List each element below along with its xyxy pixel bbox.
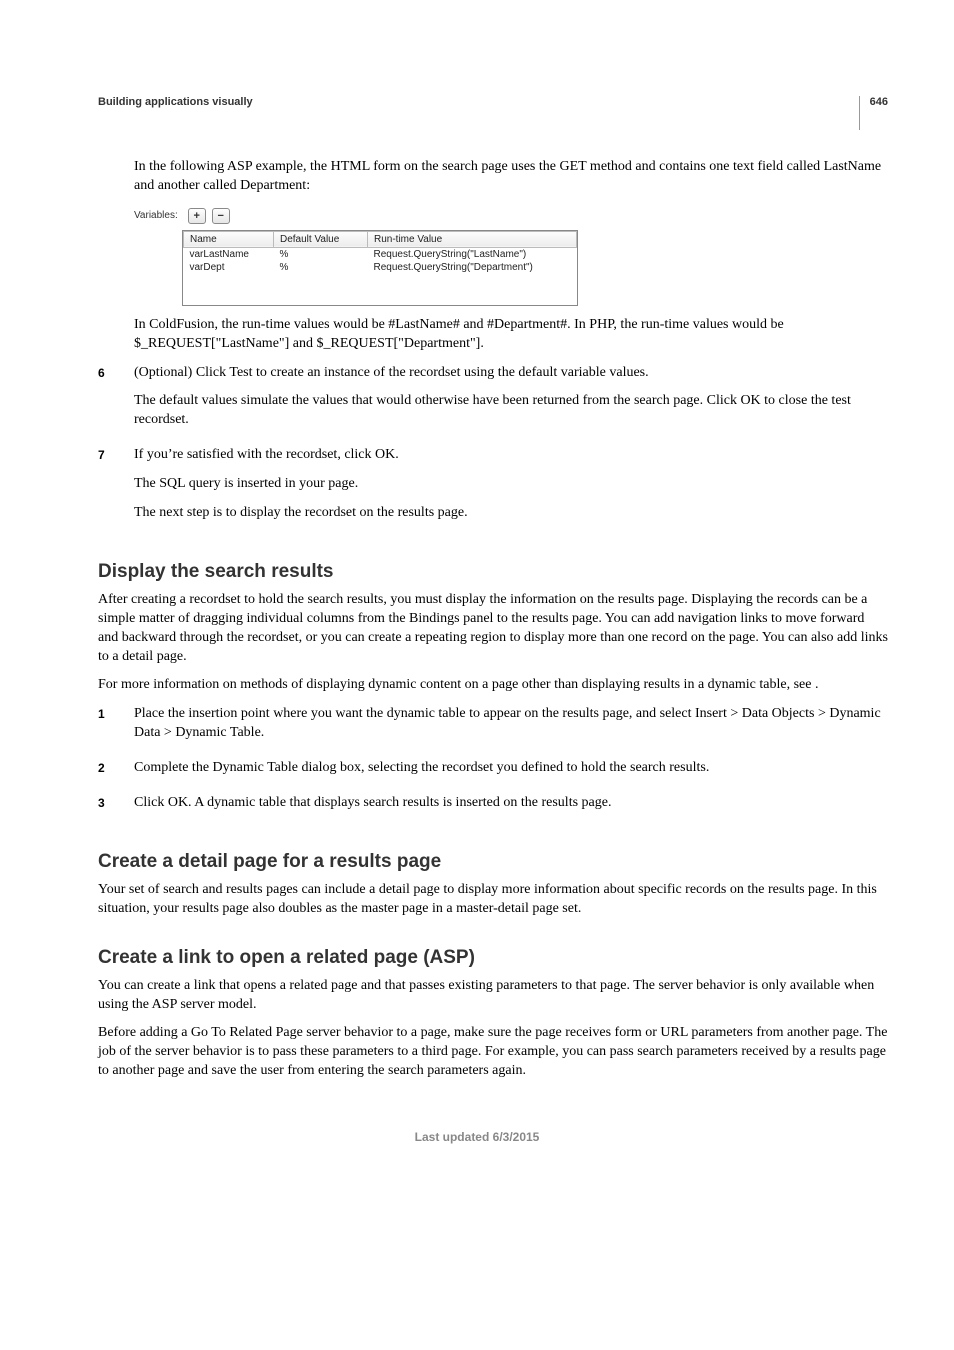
variables-label: Variables: — [134, 210, 182, 221]
intro-paragraph-1: In the following ASP example, the HTML f… — [134, 158, 888, 196]
step-text: (Optional) Click Test to create an insta… — [134, 364, 888, 383]
variables-table-wrap: Name Default Value Run-time Value varLas… — [182, 230, 578, 306]
detail-page-p1: Your set of search and results pages can… — [98, 881, 888, 919]
cell-default: % — [274, 261, 368, 274]
step-number: 2 — [98, 759, 134, 788]
cell-default: % — [274, 247, 368, 261]
step-text: Place the insertion point where you want… — [134, 705, 888, 743]
step-number: 7 — [98, 446, 134, 533]
heading-detail-page: Create a detail page for a results page — [98, 851, 888, 873]
step-number: 3 — [98, 794, 134, 823]
related-link-p1: You can create a link that opens a relat… — [98, 977, 888, 1015]
heading-related-link: Create a link to open a related page (AS… — [98, 947, 888, 969]
step-text: The next step is to display the recordse… — [134, 504, 888, 523]
table-row[interactable]: varLastName % Request.QueryString("LastN… — [184, 247, 577, 261]
cell-name: varLastName — [184, 247, 274, 261]
related-link-p2: Before adding a Go To Related Page serve… — [98, 1024, 888, 1081]
cell-runtime: Request.QueryString("Department") — [368, 261, 577, 274]
display-results-p2: For more information on methods of displ… — [98, 676, 888, 695]
step-number: 1 — [98, 705, 134, 753]
variables-table: Name Default Value Run-time Value varLas… — [183, 231, 577, 274]
step-text: Click OK. A dynamic table that displays … — [134, 794, 888, 813]
cell-name: varDept — [184, 261, 274, 274]
col-header-default: Default Value — [274, 231, 368, 247]
page-number-container: 646 — [859, 96, 888, 130]
step-text: Complete the Dynamic Table dialog box, s… — [134, 759, 888, 778]
display-step-2: 2 Complete the Dynamic Table dialog box,… — [98, 759, 888, 788]
col-header-runtime: Run-time Value — [368, 231, 577, 247]
step-text: The SQL query is inserted in your page. — [134, 475, 888, 494]
heading-display-results: Display the search results — [98, 561, 888, 583]
footer-last-updated: Last updated 6/3/2015 — [0, 1130, 954, 1144]
remove-variable-button[interactable]: − — [212, 208, 230, 224]
running-header: Building applications visually — [98, 96, 888, 108]
step-7: 7 If you’re satisfied with the recordset… — [98, 446, 888, 533]
display-step-1: 1 Place the insertion point where you wa… — [98, 705, 888, 753]
step-number: 6 — [98, 364, 134, 441]
add-variable-button[interactable]: + — [188, 208, 206, 224]
intro-paragraph-2: In ColdFusion, the run-time values would… — [134, 316, 888, 354]
table-row[interactable]: varDept % Request.QueryString("Departmen… — [184, 261, 577, 274]
step-text: If you’re satisfied with the recordset, … — [134, 446, 888, 465]
step-text: The default values simulate the values t… — [134, 392, 888, 430]
page-number: 646 — [870, 96, 888, 108]
display-results-p1: After creating a recordset to hold the s… — [98, 591, 888, 667]
col-header-name: Name — [184, 231, 274, 247]
step-6: 6 (Optional) Click Test to create an ins… — [98, 364, 888, 441]
cell-runtime: Request.QueryString("LastName") — [368, 247, 577, 261]
display-step-3: 3 Click OK. A dynamic table that display… — [98, 794, 888, 823]
variables-panel: Variables: + − Name Default Value Run-ti… — [134, 206, 578, 306]
